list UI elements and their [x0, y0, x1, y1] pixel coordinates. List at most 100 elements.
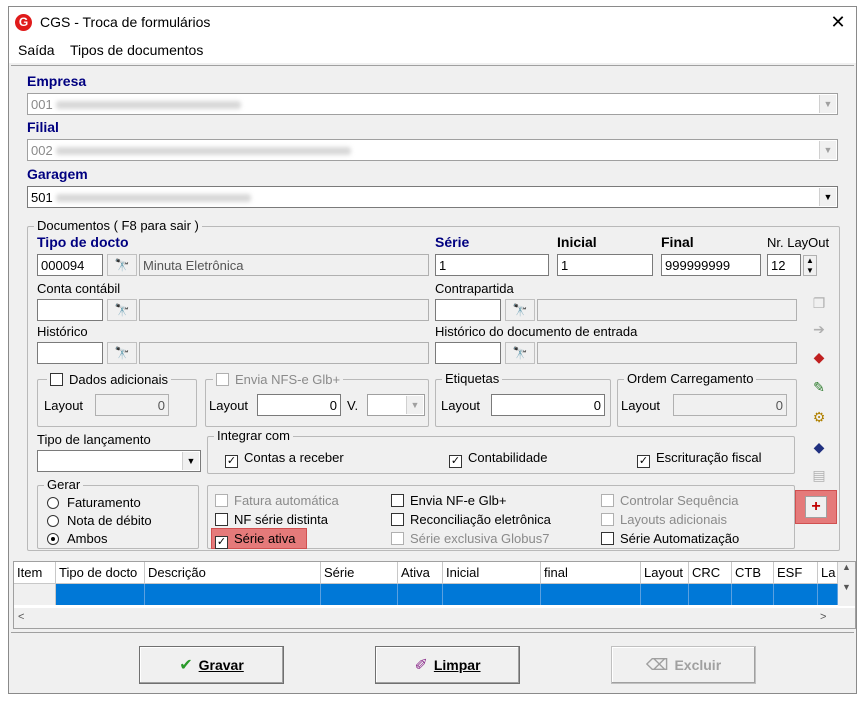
tipo-lancamento-label: Tipo de lançamento — [37, 432, 151, 447]
column-header[interactable]: Inicial — [443, 562, 541, 584]
row-selector[interactable] — [14, 584, 56, 605]
menu-saida[interactable]: Saída — [18, 42, 55, 58]
contas-receber-checkbox[interactable]: ✓ Contas a receber — [225, 450, 344, 468]
nr-layout-input[interactable]: 12 — [767, 254, 801, 276]
column-header[interactable]: Layout — [641, 562, 689, 584]
envia-nfe-checkbox[interactable]: Envia NF-e Glb+ — [391, 493, 506, 508]
excluir-button[interactable]: ⌫ Excluir — [611, 646, 756, 684]
print-icon[interactable]: ▤ — [808, 464, 830, 486]
conta-contabil-input[interactable] — [37, 299, 103, 321]
table-row-cell[interactable] — [732, 584, 774, 605]
etiquetas-layout-input[interactable]: 0 — [491, 394, 605, 416]
column-header[interactable]: CTB — [732, 562, 774, 584]
table-row-cell[interactable] — [321, 584, 398, 605]
envia-nfe-label: Envia NF-e Glb+ — [410, 493, 507, 508]
contabilidade-checkbox[interactable]: ✓ Contabilidade — [449, 450, 548, 468]
checkbox-icon — [216, 373, 229, 386]
clear-icon[interactable]: ◆ — [808, 436, 830, 458]
eraser-icon[interactable]: ◆ — [808, 346, 830, 368]
binoculars-icon[interactable]: 🔭 — [505, 299, 535, 321]
column-header[interactable]: Ativa — [398, 562, 443, 584]
limpar-button[interactable]: ✐ Limpar — [375, 646, 520, 684]
table-row-cell[interactable] — [689, 584, 732, 605]
binoculars-icon[interactable]: 🔭 — [505, 342, 535, 364]
column-header[interactable]: Tipo de docto — [56, 562, 145, 584]
serie-automatizacao-checkbox[interactable]: Série Automatização — [601, 531, 739, 546]
nf-serie-distinta-checkbox[interactable]: NF série distinta — [215, 512, 328, 527]
serie-input[interactable]: 1 — [435, 254, 549, 276]
filial-label: Filial — [27, 119, 59, 135]
horizontal-scrollbar[interactable]: < > — [14, 608, 855, 628]
ambos-radio[interactable]: Ambos — [47, 531, 107, 546]
export-icon[interactable]: ➔ — [808, 318, 830, 340]
inicial-label: Inicial — [557, 234, 597, 250]
binoculars-icon[interactable]: 🔭 — [107, 342, 137, 364]
table-row-cell[interactable] — [641, 584, 689, 605]
vertical-scrollbar[interactable]: ▲ ▼ — [838, 562, 855, 606]
column-header[interactable]: ESF — [774, 562, 818, 584]
table-row-cell[interactable] — [398, 584, 443, 605]
menu-tipos-documentos[interactable]: Tipos de documentos — [70, 42, 203, 58]
tipo-lancamento-select[interactable]: ▼ — [37, 450, 201, 472]
filial-value: 002 — [31, 143, 53, 158]
layouts-adicionais-checkbox[interactable]: Layouts adicionais — [601, 512, 727, 527]
column-header[interactable]: Descrição — [145, 562, 321, 584]
filial-select[interactable]: 002 ▼ — [27, 139, 838, 161]
nr-layout-spinner[interactable]: ▲ ▼ — [803, 255, 817, 276]
scroll-left-icon[interactable]: < — [18, 611, 24, 623]
serie-exclusiva-checkbox[interactable]: Série exclusiva Globus7 — [391, 531, 549, 546]
reconciliacao-label: Reconciliação eletrônica — [410, 512, 551, 527]
binoculars-icon[interactable]: 🔭 — [107, 254, 137, 276]
escrituracao-fiscal-checkbox[interactable]: ✓ Escrituração fiscal — [637, 450, 761, 468]
layouts-adicionais-label: Layouts adicionais — [620, 512, 727, 527]
historico-description — [139, 342, 429, 364]
table-row-cell[interactable] — [774, 584, 818, 605]
settings-document-icon[interactable]: ⚙ — [808, 406, 830, 428]
envia-nfse-checkbox[interactable]: Envia NFS-e Glb+ — [213, 372, 344, 387]
gravar-button[interactable]: ✔ Gravar — [139, 646, 284, 684]
table-row-cell[interactable] — [145, 584, 321, 605]
historico-entrada-input[interactable] — [435, 342, 501, 364]
contrapartida-input[interactable] — [435, 299, 501, 321]
inicial-input[interactable]: 1 — [557, 254, 653, 276]
table-row-cell[interactable] — [56, 584, 145, 605]
table-row-cell[interactable] — [818, 584, 838, 605]
column-header[interactable]: Item — [14, 562, 56, 584]
controlar-sequencia-checkbox[interactable]: Controlar Sequência — [601, 493, 739, 508]
table-row-cell[interactable] — [443, 584, 541, 605]
documents-grid[interactable]: Item Tipo de docto Descrição Série Ativa… — [13, 561, 856, 629]
table-row-cell[interactable] — [541, 584, 641, 605]
final-input[interactable]: 999999999 — [661, 254, 761, 276]
chevron-down-icon: ▼ — [406, 396, 423, 414]
copy-icon[interactable]: ❐ — [808, 292, 830, 314]
radio-icon — [47, 497, 59, 509]
serie-ativa-checkbox[interactable]: ✓ Série ativa — [215, 531, 295, 549]
nota-debito-radio[interactable]: Nota de débito — [47, 513, 152, 528]
serie-label: Série — [435, 234, 470, 250]
scroll-right-icon[interactable]: > — [820, 611, 826, 623]
integrar-label: Integrar com — [214, 428, 293, 443]
checkbox-icon — [391, 513, 404, 526]
envia-nfse-layout-input[interactable]: 0 — [257, 394, 341, 416]
historico-input[interactable] — [37, 342, 103, 364]
nf-serie-distinta-label: NF série distinta — [234, 512, 328, 527]
close-button[interactable]: ✕ — [827, 11, 849, 33]
reconciliacao-checkbox[interactable]: Reconciliação eletrônica — [391, 512, 551, 527]
fatura-automatica-checkbox[interactable]: Fatura automática — [215, 493, 339, 508]
garagem-select[interactable]: 501 ▼ — [27, 186, 838, 208]
empresa-select[interactable]: 001 ▼ — [27, 93, 838, 115]
column-header[interactable]: CRC — [689, 562, 732, 584]
tipo-docto-code-input[interactable]: 000094 — [37, 254, 103, 276]
dados-adicionais-checkbox[interactable]: Dados adicionais — [47, 372, 172, 387]
edit-document-icon[interactable]: ✎ — [808, 376, 830, 398]
column-header[interactable]: final — [541, 562, 641, 584]
checkbox-icon — [391, 532, 404, 545]
column-header[interactable]: Série — [321, 562, 398, 584]
ambos-label: Ambos — [67, 531, 108, 546]
checkbox-icon — [601, 513, 614, 526]
envia-nfse-version-select[interactable]: ▼ — [367, 394, 425, 416]
faturamento-radio[interactable]: Faturamento — [47, 495, 141, 510]
column-header[interactable]: La — [818, 562, 838, 584]
add-button[interactable]: + — [805, 496, 827, 518]
binoculars-icon[interactable]: 🔭 — [107, 299, 137, 321]
